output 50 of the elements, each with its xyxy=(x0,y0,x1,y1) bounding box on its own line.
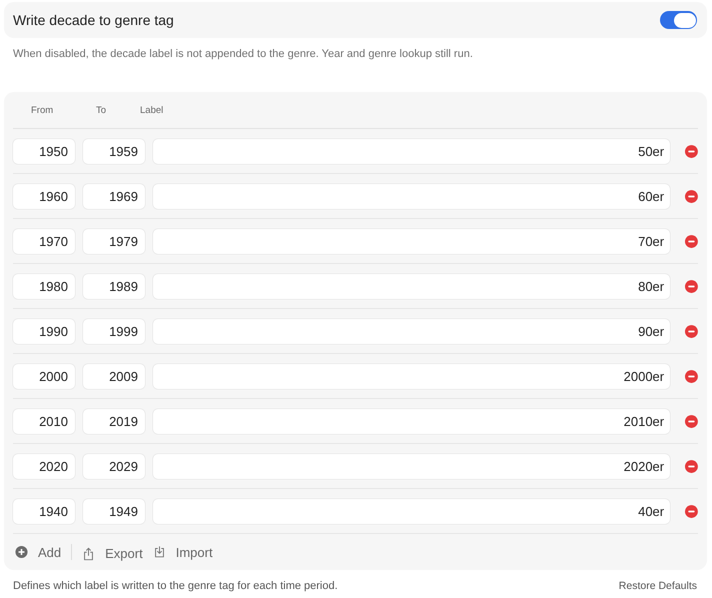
restore-defaults-button[interactable]: Restore Defaults xyxy=(618,580,697,592)
to-field[interactable]: 1969 xyxy=(83,184,145,208)
label-field[interactable]: 80er xyxy=(153,274,670,298)
download-icon xyxy=(152,545,166,559)
remove-icon[interactable] xyxy=(685,144,698,158)
label-field[interactable]: 2020er xyxy=(153,454,670,478)
to-field[interactable]: 1979 xyxy=(83,228,145,254)
remove-icon[interactable] xyxy=(685,504,698,518)
to-field[interactable]: 1959 xyxy=(83,138,145,164)
from-field[interactable]: 2020 xyxy=(13,454,75,478)
column-header: To xyxy=(96,104,108,116)
setting-label: Write decade to genre tag xyxy=(13,12,174,28)
from-field[interactable]: 1940 xyxy=(13,498,75,524)
remove-icon[interactable] xyxy=(685,280,698,292)
label-field[interactable]: 50er xyxy=(153,138,670,164)
to-field[interactable]: 2019 xyxy=(83,408,145,434)
remove-icon[interactable] xyxy=(685,414,698,428)
to-field[interactable]: 2009 xyxy=(83,364,145,388)
label-field[interactable]: 40er xyxy=(153,498,670,524)
remove-icon[interactable] xyxy=(685,460,698,472)
import-button[interactable]: Import xyxy=(152,544,213,560)
add-button[interactable]: Add xyxy=(15,544,62,560)
from-field[interactable]: 1960 xyxy=(13,184,75,208)
column-header: From xyxy=(31,104,54,116)
column-header: Label xyxy=(140,104,164,116)
export-button[interactable]: Export xyxy=(82,546,143,561)
label-field[interactable]: 2000er xyxy=(153,364,670,388)
footer-note: Defines which label is written to the genre tag for each time period. xyxy=(13,580,338,592)
from-field[interactable]: 1970 xyxy=(13,228,75,254)
to-field[interactable]: 2029 xyxy=(83,454,145,478)
from-field[interactable]: 1980 xyxy=(13,274,75,298)
from-field[interactable]: 1990 xyxy=(13,318,75,344)
to-field[interactable]: 1989 xyxy=(83,274,145,298)
from-field[interactable]: 2000 xyxy=(13,364,75,388)
label-field[interactable]: 70er xyxy=(153,228,670,254)
remove-icon[interactable] xyxy=(685,234,698,248)
plus-circle-icon xyxy=(15,545,28,559)
remove-icon[interactable] xyxy=(685,370,698,382)
description: When disabled, the decade label is not appended to the genre. Year and genre lookup still run. xyxy=(13,48,474,62)
remove-icon[interactable] xyxy=(685,190,698,202)
label-field[interactable]: 90er xyxy=(153,318,670,344)
to-field[interactable]: 1949 xyxy=(83,498,145,524)
to-field[interactable]: 1999 xyxy=(83,318,145,344)
share-icon xyxy=(82,546,96,560)
label-field[interactable]: 2010er xyxy=(153,408,670,434)
toggle-switch[interactable] xyxy=(660,11,697,29)
from-field[interactable]: 2010 xyxy=(13,408,75,434)
from-field[interactable]: 1950 xyxy=(13,138,75,164)
label-field[interactable]: 60er xyxy=(153,184,670,208)
remove-icon[interactable] xyxy=(685,324,698,338)
